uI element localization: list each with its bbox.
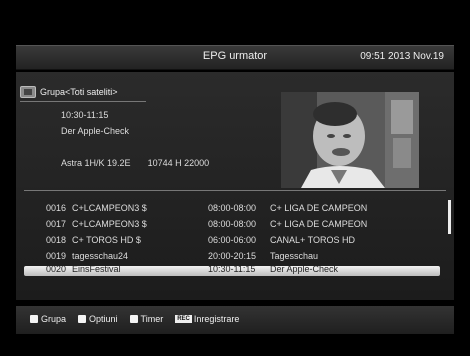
key-bar: Grupa Optiuni Timer REC Inregistrare <box>16 306 454 334</box>
group-selector[interactable]: Grupa<Toti sateliti> <box>20 84 118 100</box>
event-name: C+ LIGA DE CAMPEON <box>270 219 368 229</box>
list-item[interactable]: 0017 C+LCAMPEON3 $ 08:00-08:00 C+ LIGA D… <box>16 216 454 232</box>
event-time: 20:00-20:15 <box>208 251 257 261</box>
channel-number: 0017 <box>46 219 67 229</box>
event-name: CANAL+ TOROS HD <box>270 235 355 245</box>
video-frame-image <box>281 92 419 188</box>
channel-number: 0019 <box>46 251 67 261</box>
channel-number: 0020 <box>46 266 67 274</box>
group-label: Grupa<Toti sateliti> <box>40 87 118 97</box>
video-preview <box>281 92 419 188</box>
channel-name: C+ TOROS HD $ <box>72 235 141 245</box>
section-divider <box>24 190 446 191</box>
tv-icon <box>20 86 36 98</box>
event-title: Der Apple-Check <box>61 126 130 136</box>
clock: 09:51 2013 Nov.19 <box>360 51 444 62</box>
epg-panel: Grupa<Toti sateliti> 10:30-11:15 Der App… <box>16 72 454 300</box>
event-time: 10:30-11:15 <box>208 266 256 274</box>
channel-name: C+LCAMPEON3 $ <box>72 203 147 213</box>
white-key-icon <box>129 315 138 323</box>
key-label: Timer <box>140 314 164 324</box>
grupa-key[interactable]: Grupa <box>30 314 66 324</box>
event-time: 06:00-06:00 <box>208 235 257 245</box>
channel-name: EinsFestival <box>72 266 121 274</box>
white-key-icon <box>30 315 38 323</box>
key-label: Inregistrare <box>193 314 240 324</box>
list-scrollbar[interactable] <box>448 200 451 234</box>
event-name: Tagesschau <box>270 251 319 261</box>
white-key-icon <box>78 315 87 323</box>
transponder-info: 10744 H 22000 <box>147 158 210 168</box>
timer-key[interactable]: Timer <box>129 314 164 324</box>
channel-name: C+LCAMPEON3 $ <box>72 219 147 229</box>
event-time: 10:30-11:15 <box>61 110 109 120</box>
rec-icon: REC <box>175 315 192 323</box>
channel-number: 0018 <box>46 235 67 245</box>
list-item[interactable]: 0016 C+LCAMPEON3 $ 08:00-08:00 C+ LIGA D… <box>16 200 454 216</box>
channel-number: 0016 <box>46 203 67 213</box>
event-time: 08:00-08:00 <box>208 219 257 229</box>
key-label: Optiuni <box>89 314 118 324</box>
list-item-selected[interactable]: 0020 EinsFestival 10:30-11:15 Der Apple-… <box>24 266 440 276</box>
key-label: Grupa <box>41 314 67 324</box>
channel-name: tagesschau24 <box>72 251 129 261</box>
group-underline <box>20 101 146 102</box>
satellite-info: Astra 1H/K 19.2E 10744 H 22000 <box>61 158 209 168</box>
list-item[interactable]: 0018 C+ TOROS HD $ 06:00-06:00 CANAL+ TO… <box>16 232 454 248</box>
event-name: Der Apple-Check <box>270 266 339 274</box>
epg-screen: EPG urmator 09:51 2013 Nov.19 Grupa<Toti… <box>0 0 470 356</box>
event-time: 08:00-08:00 <box>208 203 257 213</box>
optiuni-key[interactable]: Optiuni <box>78 314 118 324</box>
title-bar: EPG urmator 09:51 2013 Nov.19 <box>16 45 454 70</box>
event-name: C+ LIGA DE CAMPEON <box>270 203 368 213</box>
satellite-name: Astra 1H/K 19.2E <box>61 158 131 168</box>
inregistrare-key[interactable]: REC Inregistrare <box>175 314 239 324</box>
list-item[interactable]: 0019 tagesschau24 20:00-20:15 Tagesschau <box>16 248 454 264</box>
